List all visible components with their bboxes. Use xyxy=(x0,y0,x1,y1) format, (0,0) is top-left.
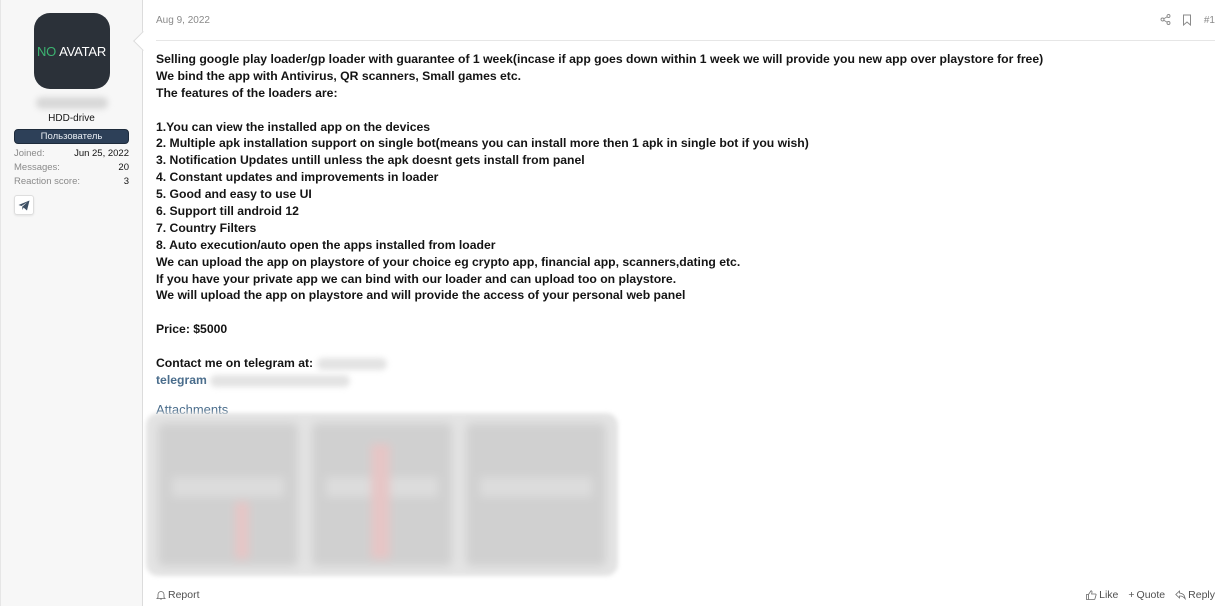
reply-button[interactable]: Reply xyxy=(1175,589,1215,601)
plus-icon: + xyxy=(1128,589,1135,601)
share-icon[interactable] xyxy=(1160,14,1172,26)
post-text-line: 6. Support till android 12 xyxy=(156,204,299,219)
telegram-link[interactable]: telegram xyxy=(156,373,207,387)
post-text-line: We can upload the app on playstore of yo… xyxy=(156,254,741,269)
contact-label: Contact me on telegram at: xyxy=(156,356,314,371)
post-text-line: 7. Country Filters xyxy=(156,220,257,235)
report-label: Report xyxy=(168,589,200,601)
user-sidebar: NO AVATAR HDD-drive Пользователь Joined:… xyxy=(0,0,153,606)
post-text-line: We bind the app with Antivirus, QR scann… xyxy=(156,68,522,83)
user-extras: Joined: Jun 25, 2022 Messages: 20 Reacti… xyxy=(14,147,129,189)
post-text-line: 5. Good and easy to use UI xyxy=(156,187,312,202)
reply-icon xyxy=(1175,590,1186,600)
post-number[interactable]: #1 xyxy=(1204,15,1215,26)
thumb-band xyxy=(480,477,592,498)
post-date[interactable]: Aug 9, 2022 xyxy=(156,15,210,26)
like-label: Like xyxy=(1099,589,1119,601)
post-main: Aug 9, 2022 #1 Selling google play loade… xyxy=(143,0,1227,606)
telegram-url-redacted[interactable] xyxy=(210,374,351,387)
avatar-text-no: NO xyxy=(36,43,57,59)
attachment-thumbnail[interactable] xyxy=(158,423,298,566)
extra-label: Joined: xyxy=(14,148,45,159)
post-header-actions: #1 xyxy=(1160,14,1215,26)
post-text-line: We will upload the app on playstore and … xyxy=(156,288,686,303)
post-text-line: 8. Auto execution/auto open the apps ins… xyxy=(156,237,496,252)
post-header: Aug 9, 2022 #1 xyxy=(156,0,1215,41)
forum-post: NO AVATAR HDD-drive Пользователь Joined:… xyxy=(0,0,1227,606)
thumb-band xyxy=(172,477,284,498)
quote-button[interactable]: + Quote xyxy=(1128,589,1165,601)
post-body: Selling google play loader/gp loader wit… xyxy=(156,41,1215,419)
extra-label: Messages: xyxy=(14,162,60,173)
post-text-line: 4. Constant updates and improvements in … xyxy=(156,170,439,185)
extra-messages: Messages: 20 xyxy=(14,161,129,175)
extra-label: Reaction score: xyxy=(14,176,81,187)
telegram-icon xyxy=(18,200,30,210)
extra-value: 20 xyxy=(118,162,129,173)
attachments-list xyxy=(146,413,618,576)
post-text-line: Selling google play loader/gp loader wit… xyxy=(156,52,1044,66)
avatar-text-avatar: AVATAR xyxy=(59,43,107,59)
post-footer: Report Like + Quote Reply xyxy=(156,584,1215,606)
attachment-thumbnail[interactable] xyxy=(466,423,606,566)
extra-joined: Joined: Jun 25, 2022 xyxy=(14,147,129,161)
post-actions: Like + Quote Reply xyxy=(1086,589,1215,601)
post-text-line: 2. Multiple apk installation support on … xyxy=(156,136,809,151)
quote-label: Quote xyxy=(1136,589,1166,601)
post-text-line: The features of the loaders are: xyxy=(156,85,338,100)
post-text-line: If you have your private app we can bind… xyxy=(156,271,677,286)
contact-line: Contact me on telegram at: xyxy=(156,355,1215,372)
thumbs-up-icon xyxy=(1086,590,1097,600)
bell-icon xyxy=(156,591,166,600)
user-title: HDD-drive xyxy=(48,113,95,124)
post-text-line: 3. Notification Updates untill unless th… xyxy=(156,153,585,168)
telegram-handle-redacted xyxy=(316,357,387,370)
report-button[interactable]: Report xyxy=(156,589,200,601)
extra-value: Jun 25, 2022 xyxy=(74,148,129,159)
post-lines: Selling google play loader/gp loader wit… xyxy=(156,51,1215,355)
like-button[interactable]: Like xyxy=(1086,589,1118,601)
extra-value: 3 xyxy=(123,176,129,187)
thumb-mark xyxy=(235,501,249,559)
avatar[interactable]: NO AVATAR xyxy=(33,13,110,89)
reply-label: Reply xyxy=(1188,589,1215,601)
username-redacted[interactable] xyxy=(35,97,108,109)
post-text-line: 1.You can view the installed app on the … xyxy=(156,119,431,134)
attachment-thumbnail[interactable] xyxy=(312,423,452,566)
telegram-link-line: telegram xyxy=(156,372,1215,389)
extra-reaction-score: Reaction score: 3 xyxy=(14,175,129,189)
post-text-line: Price: $5000 xyxy=(156,322,228,337)
telegram-contact-button[interactable] xyxy=(14,195,34,215)
thumb-mark xyxy=(370,444,391,559)
user-banner: Пользователь xyxy=(14,129,129,144)
bookmark-icon[interactable] xyxy=(1182,14,1194,26)
